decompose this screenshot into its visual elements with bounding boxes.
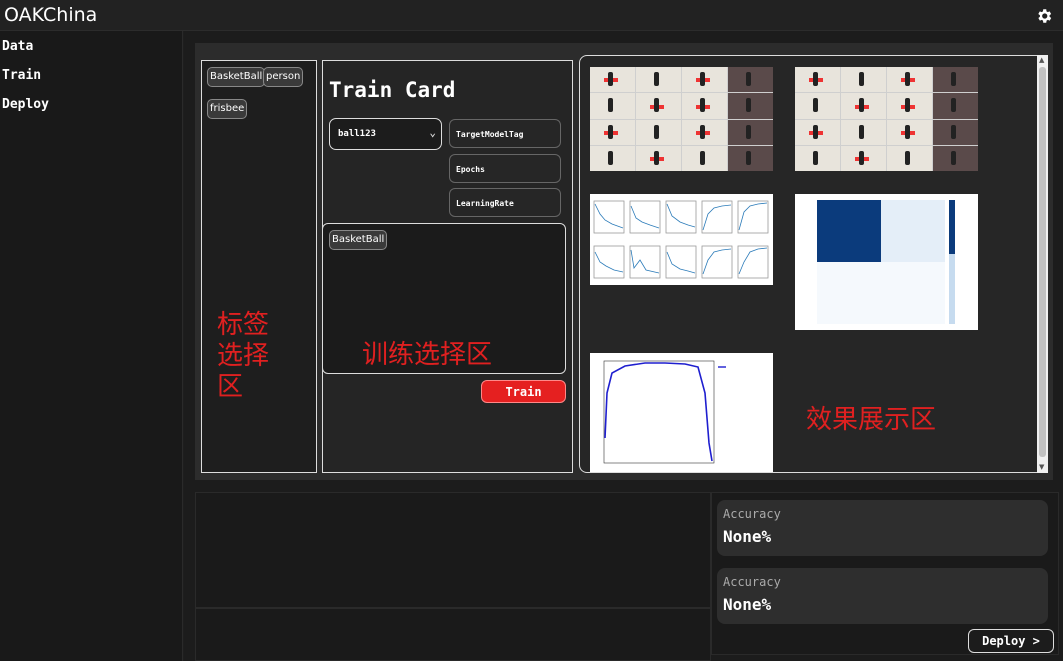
log-panel-bottom (195, 608, 711, 661)
epochs-field[interactable]: Epochs (449, 154, 561, 183)
annotation-label-area: 标签 选择 区 (217, 310, 270, 402)
sidebar-item-train[interactable]: Train (2, 68, 41, 83)
scroll-up-icon[interactable]: ▲ (1039, 56, 1044, 64)
sidebar-item-data[interactable]: Data (2, 39, 33, 54)
target-model-tag-field[interactable]: TargetModelTag (449, 119, 561, 148)
label-chip-person[interactable]: person (263, 67, 304, 87)
sidebar (0, 31, 183, 661)
metric-label: Accuracy (723, 507, 781, 521)
accuracy-card-2: Accuracy None% (717, 568, 1048, 624)
log-panel-top (195, 492, 711, 608)
label-selection-panel (201, 60, 317, 473)
model-select-value: ball123 (338, 129, 376, 139)
training-batch-image (590, 67, 773, 171)
sidebar-item-deploy[interactable]: Deploy (2, 97, 49, 112)
metric-label: Accuracy (723, 575, 781, 589)
chevron-down-icon: ⌄ (429, 126, 436, 139)
metric-value: None% (723, 527, 772, 546)
train-button[interactable]: Train (481, 380, 566, 403)
learning-rate-field[interactable]: LearningRate (449, 188, 561, 217)
result-scrollbar[interactable]: ▲ ▼ (1037, 55, 1048, 473)
scroll-down-icon[interactable]: ▼ (1039, 463, 1044, 471)
validation-batch-image (795, 67, 978, 171)
label-chip-frisbee[interactable]: frisbee (207, 99, 248, 119)
app-title: OAKChina (4, 4, 98, 26)
train-card-title: Train Card (329, 78, 456, 102)
scrollbar-thumb[interactable] (1039, 67, 1046, 457)
label-chip-basketball[interactable]: BasketBall (207, 67, 266, 87)
deploy-button[interactable]: Deploy > (968, 629, 1054, 653)
f1-confidence-curve-image (590, 353, 773, 472)
gear-icon[interactable] (1035, 7, 1053, 25)
annotation-train-area: 训练选择区 (362, 340, 493, 370)
confusion-matrix-image (795, 194, 978, 330)
metric-value: None% (723, 595, 772, 614)
selected-chip-basketball[interactable]: BasketBall (329, 230, 388, 250)
loss-curves-image (590, 194, 773, 285)
model-select[interactable]: ball123 ⌄ (329, 118, 442, 150)
top-bar: OAKChina (0, 0, 1063, 31)
annotation-result-area: 效果展示区 (806, 405, 937, 435)
accuracy-card-1: Accuracy None% (717, 500, 1048, 556)
